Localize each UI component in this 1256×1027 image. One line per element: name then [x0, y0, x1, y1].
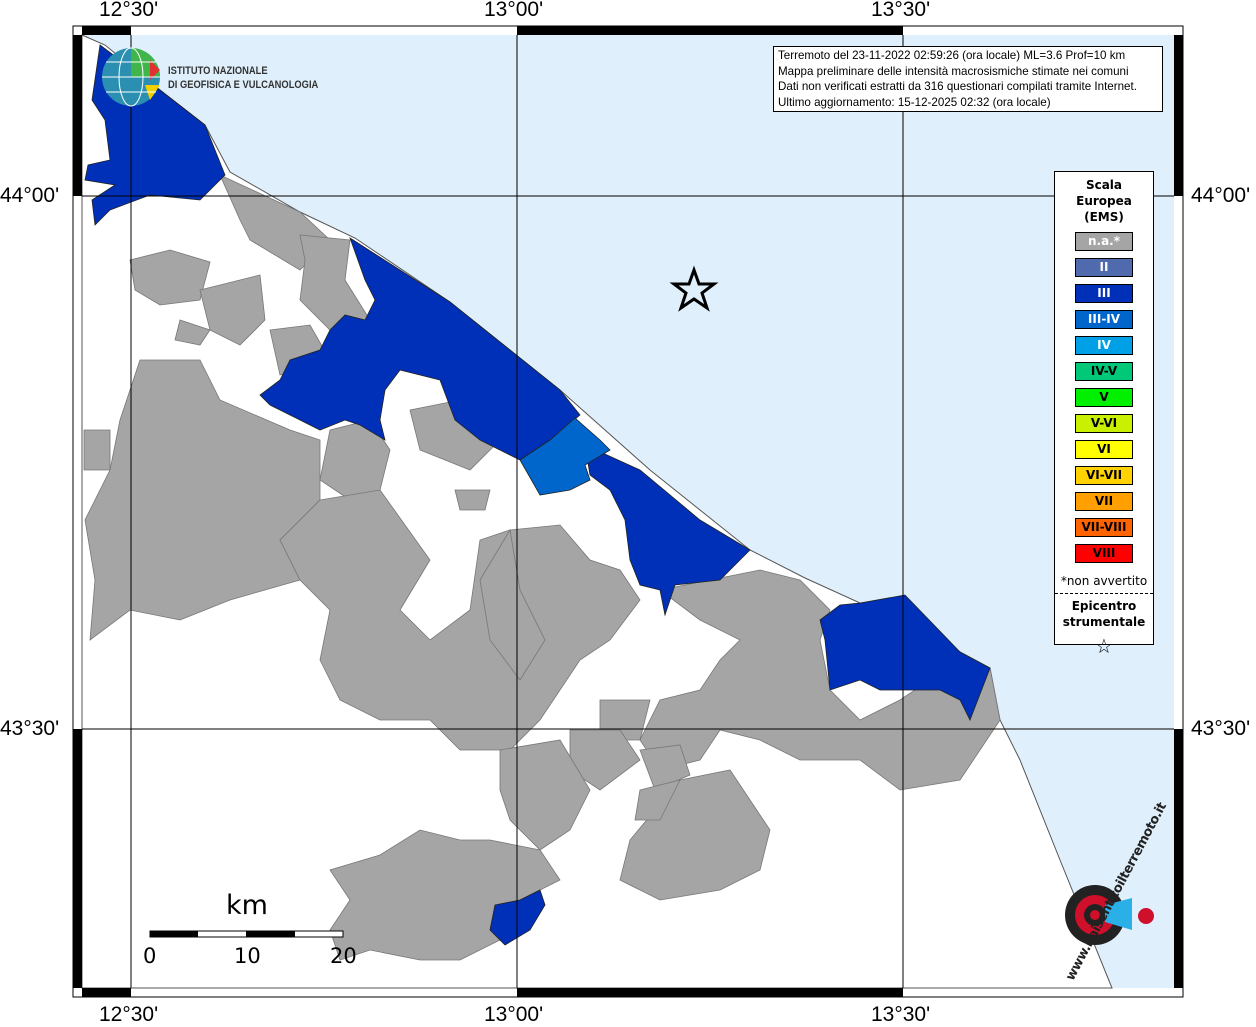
- ingv-logo-icon: [102, 47, 160, 107]
- legend-swatch-iv-v: IV-V: [1075, 362, 1133, 381]
- legend-note: *non avvertito: [1060, 574, 1148, 588]
- legend-swatch-iv: IV: [1075, 336, 1133, 355]
- legend-swatch-iii-iv: III-IV: [1075, 310, 1133, 329]
- scale-unit: km: [226, 890, 268, 921]
- legend-swatch-vi: VI: [1075, 440, 1133, 459]
- event-info-box: Terremoto del 23-11-2022 02:59:26 (ora l…: [773, 46, 1163, 112]
- legend-swatch-vii: VII: [1075, 492, 1133, 511]
- epicenter-label: strumentale: [1062, 615, 1146, 629]
- scale-bar: [149, 930, 344, 938]
- legend-swatch-viii: VIII: [1075, 544, 1133, 563]
- legend-title-line: Scala: [1085, 178, 1123, 192]
- legend-star-icon: ☆: [1095, 634, 1113, 658]
- legend-swatch-vii-viii: VII-VIII: [1075, 518, 1133, 537]
- legend-title: Scala Europea (EMS): [1055, 177, 1153, 225]
- info-line: Ultimo aggiornamento: 15-12-2025 02:32 (…: [778, 95, 1051, 109]
- scale-tick-10: 10: [234, 944, 261, 968]
- logo-line2: DI GEOFISICA E VULCANOLOGIA: [168, 79, 319, 91]
- epicenter-label: Epicentro: [1071, 599, 1137, 613]
- legend-swatch-v: V: [1075, 388, 1133, 407]
- legend-swatch-v-vi: V-VI: [1075, 414, 1133, 433]
- scale-tick-20: 20: [330, 944, 357, 968]
- legend-swatch-iii: III: [1075, 284, 1133, 303]
- ems-legend: Scala Europea (EMS) n.a.* II III III-IV IV IV…: [1054, 171, 1154, 658]
- legend-title-line: Europea: [1076, 194, 1132, 208]
- legend-title-line: (EMS): [1084, 210, 1124, 224]
- info-line: Terremoto del 23-11-2022 02:59:26 (ora l…: [778, 49, 1126, 62]
- scale-tick-0: 0: [143, 944, 157, 968]
- ingv-logo-text: ISTITUTO NAZIONALE DI GEOFISICA E VULCAN…: [168, 64, 318, 92]
- logo-line1: ISTITUTO NAZIONALE: [168, 65, 268, 77]
- info-line: Mappa preliminare delle intensità macros…: [778, 64, 1129, 78]
- legend-swatch-vi-vii: VI-VII: [1075, 466, 1133, 485]
- info-line: Dati non verificati estratti da 316 ques…: [778, 80, 1137, 93]
- legend-swatch-ii: II: [1075, 258, 1133, 277]
- legend-swatch-na: n.a.*: [1075, 232, 1133, 251]
